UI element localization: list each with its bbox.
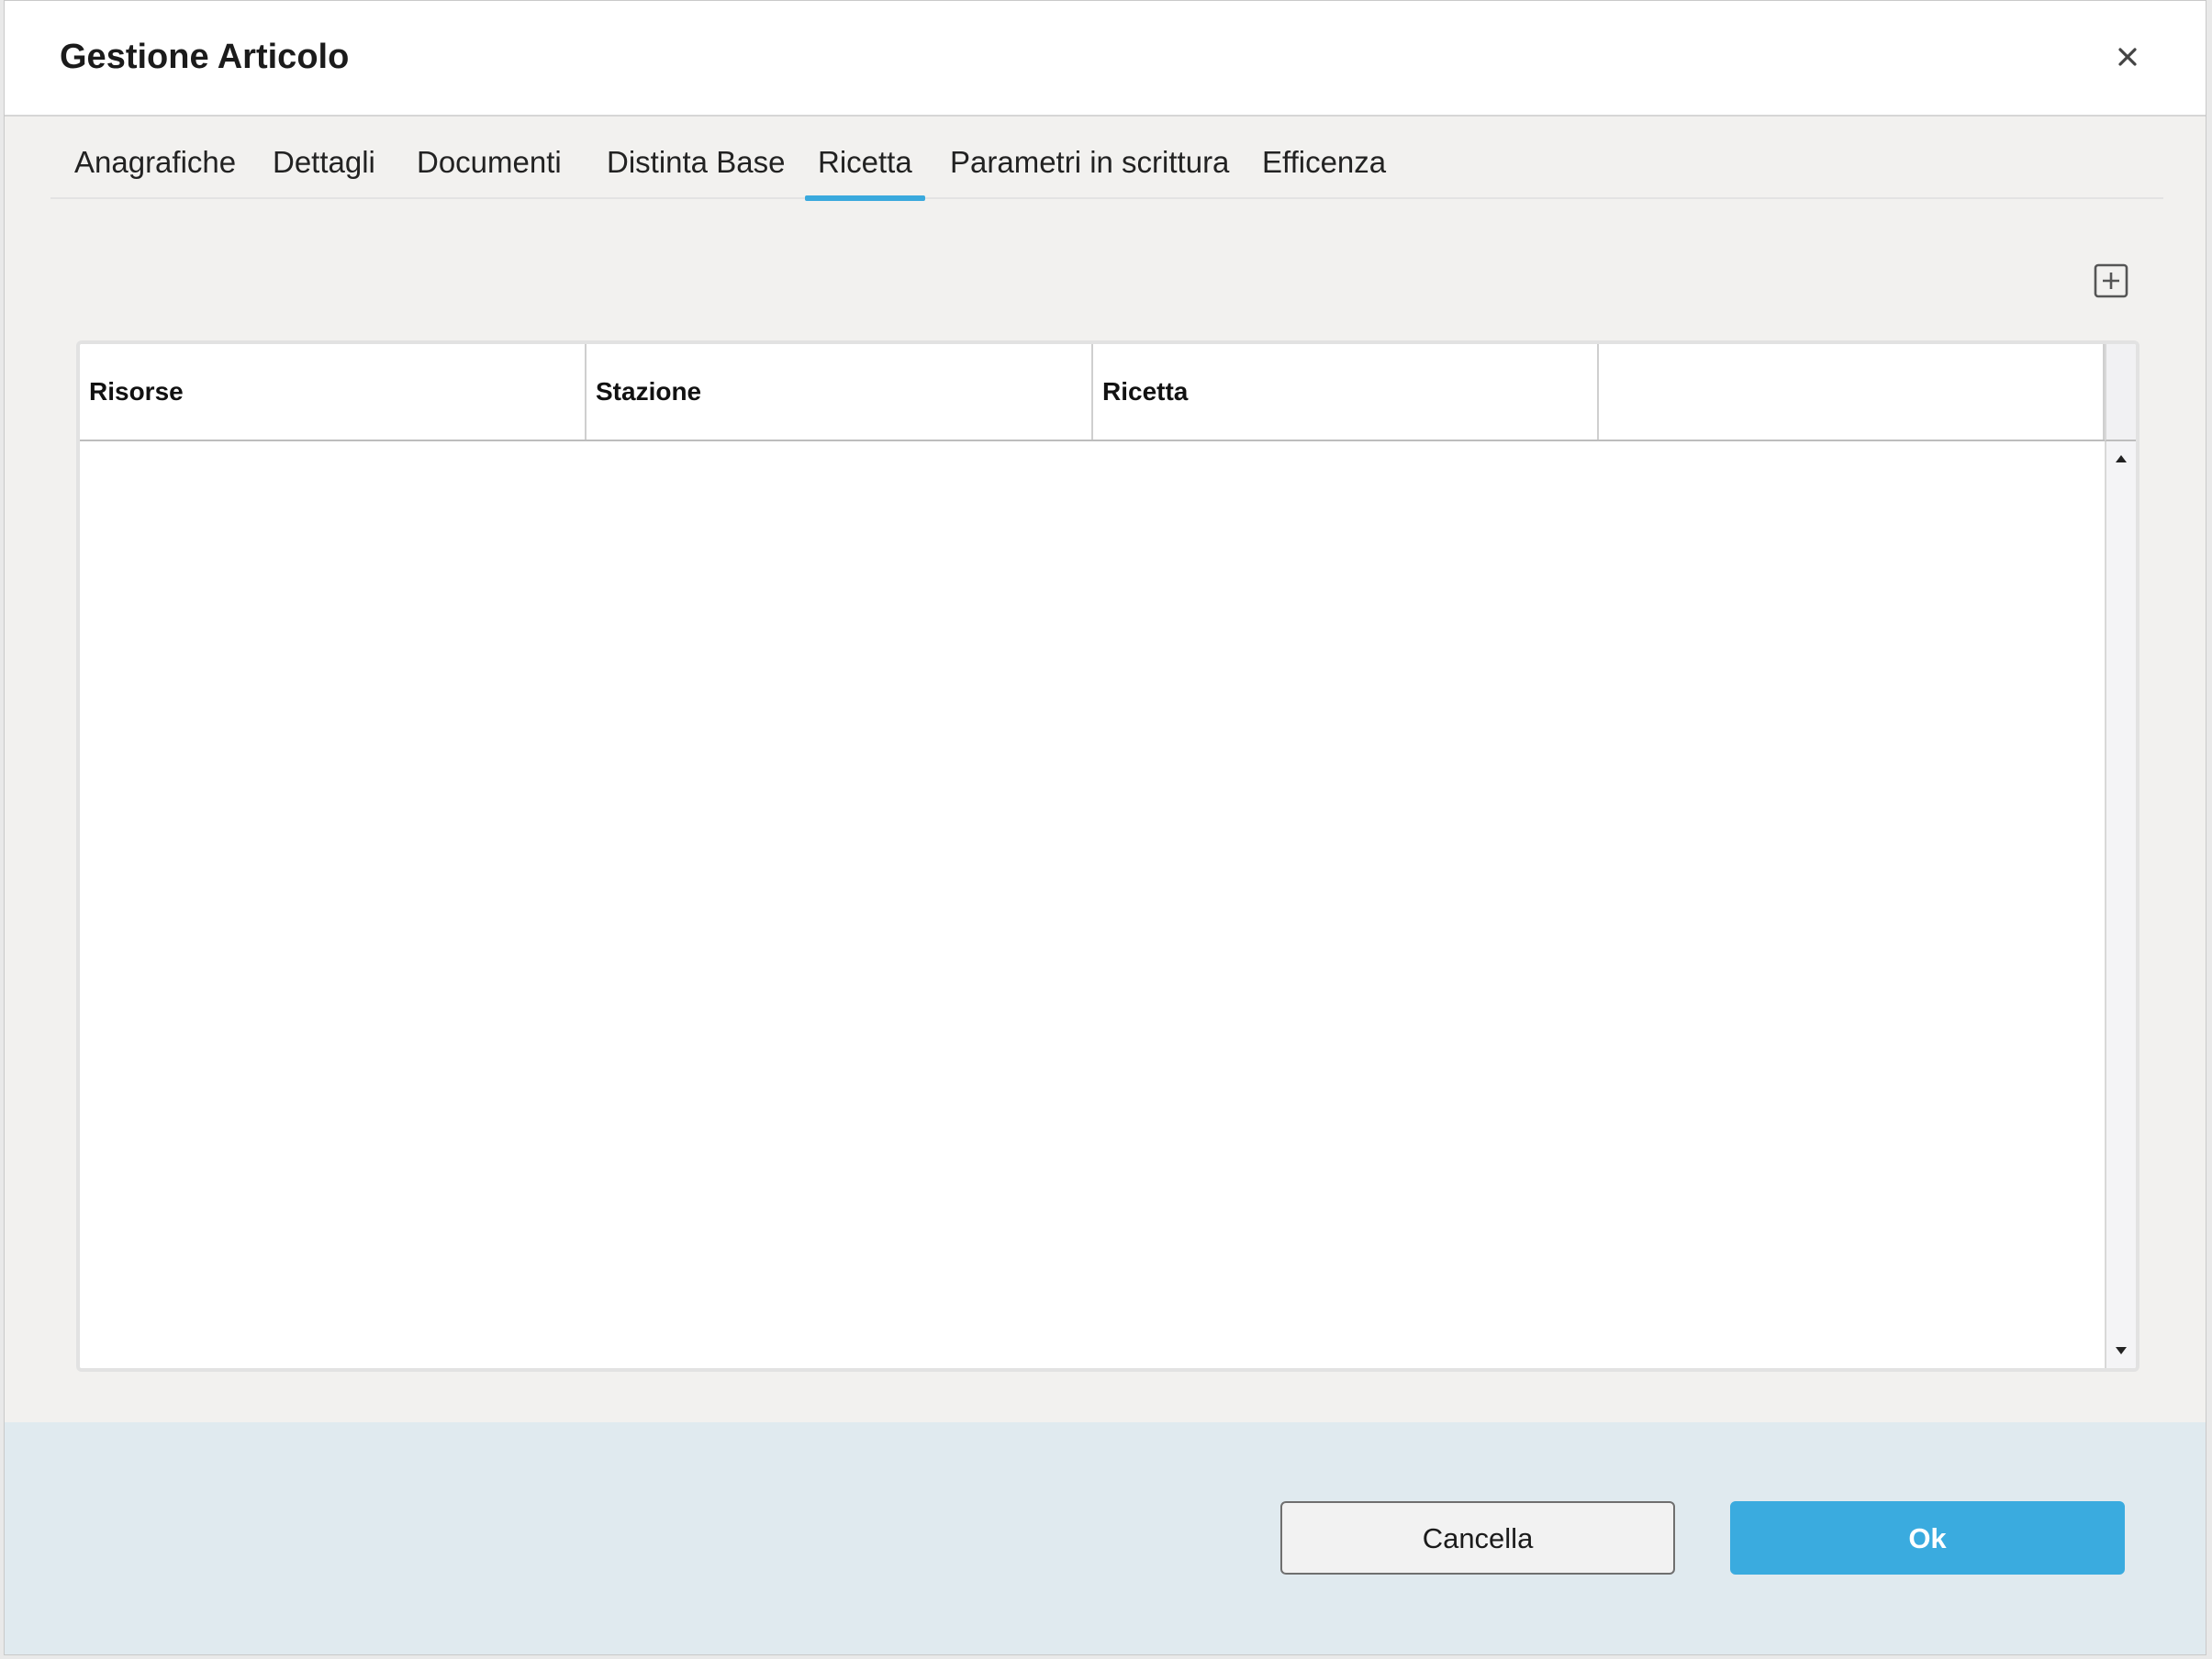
tab-bar: Anagrafiche Dettagli Documenti Distinta … <box>50 117 2163 201</box>
cancel-button[interactable]: Cancella <box>1280 1501 1675 1575</box>
column-header-empty[interactable] <box>1599 344 2105 440</box>
scroll-up-arrow-icon[interactable] <box>2113 452 2129 465</box>
ricetta-grid: Risorse Stazione Ricetta <box>76 340 2139 1372</box>
dialog-title: Gestione Articolo <box>60 38 350 76</box>
tab-documenti[interactable]: Documenti <box>417 117 562 199</box>
close-icon <box>2118 48 2137 66</box>
grid-body[interactable] <box>80 441 2105 1368</box>
tab-dettagli[interactable]: Dettagli <box>273 117 375 199</box>
scroll-down-arrow-icon[interactable] <box>2113 1344 2129 1357</box>
vertical-scrollbar[interactable] <box>2105 441 2136 1368</box>
dialog-footer: Cancella Ok <box>5 1422 2206 1654</box>
ok-button[interactable]: Ok <box>1730 1501 2125 1575</box>
tab-ricetta[interactable]: Ricetta <box>805 117 925 201</box>
column-header-ricetta[interactable]: Ricetta <box>1093 344 1599 440</box>
column-header-risorse[interactable]: Risorse <box>80 344 587 440</box>
gestione-articolo-dialog: Gestione Articolo Anagrafiche Dettagli D… <box>4 0 2206 1655</box>
tab-efficenza[interactable]: Efficenza <box>1262 117 1386 199</box>
tab-parametri-in-scrittura[interactable]: Parametri in scrittura <box>950 117 1229 199</box>
close-button[interactable] <box>2112 41 2143 72</box>
tab-anagrafiche[interactable]: Anagrafiche <box>74 117 236 199</box>
grid-header: Risorse Stazione Ricetta <box>80 344 2105 441</box>
dialog-titlebar: Gestione Articolo <box>5 1 2206 117</box>
scrollbar-header-corner <box>2105 344 2136 441</box>
tab-distinta-base[interactable]: Distinta Base <box>607 117 785 199</box>
add-row-button[interactable] <box>2094 263 2128 298</box>
column-header-stazione[interactable]: Stazione <box>587 344 1093 440</box>
add-icon <box>2094 263 2128 298</box>
